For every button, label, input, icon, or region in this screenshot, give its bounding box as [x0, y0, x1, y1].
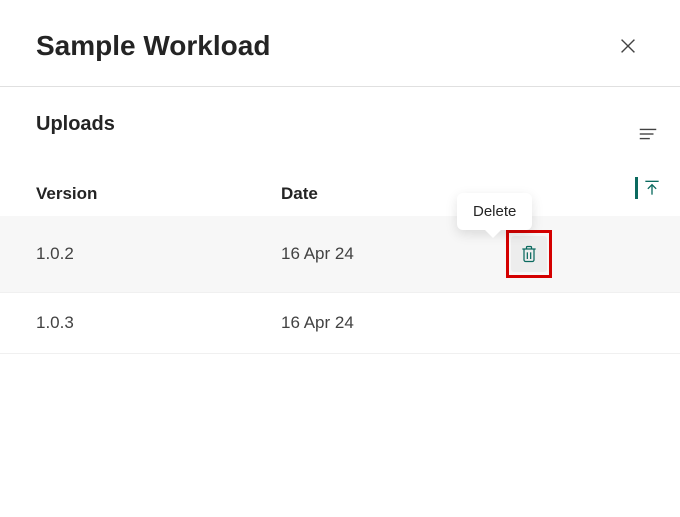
upload-icon	[642, 178, 662, 198]
column-header-version: Version	[36, 184, 281, 204]
table-row[interactable]: 1.0.2 16 Apr 24	[0, 216, 680, 293]
delete-button[interactable]	[511, 236, 547, 272]
section-title: Uploads	[0, 87, 680, 144]
close-button[interactable]	[612, 30, 644, 62]
cell-date: 16 Apr 24	[281, 313, 481, 333]
action-wrapper	[511, 236, 547, 272]
cell-date: 16 Apr 24	[281, 244, 481, 264]
uploads-table: Version Date 1.0.2 16 Apr 24	[0, 172, 680, 354]
header: Sample Workload	[0, 0, 680, 87]
delete-tooltip: Delete	[457, 193, 532, 230]
upload-button[interactable]	[634, 174, 662, 202]
side-controls	[634, 120, 662, 202]
table-header: Version Date	[0, 172, 680, 216]
page-title: Sample Workload	[36, 30, 270, 62]
menu-icon	[637, 123, 659, 145]
table-row[interactable]: 1.0.3 16 Apr 24	[0, 293, 680, 354]
cell-actions	[481, 236, 644, 272]
trash-icon	[519, 244, 539, 264]
content: Uploads Version Date 1.0.2 16 Apr 24	[0, 87, 680, 354]
column-header-date: Date	[281, 184, 481, 204]
menu-button[interactable]	[634, 120, 662, 148]
cell-version: 1.0.3	[36, 313, 281, 333]
main-panel: Uploads Version Date 1.0.2 16 Apr 24	[0, 87, 680, 354]
indicator-bar	[635, 177, 638, 199]
cell-version: 1.0.2	[36, 244, 281, 264]
close-icon	[617, 35, 639, 57]
